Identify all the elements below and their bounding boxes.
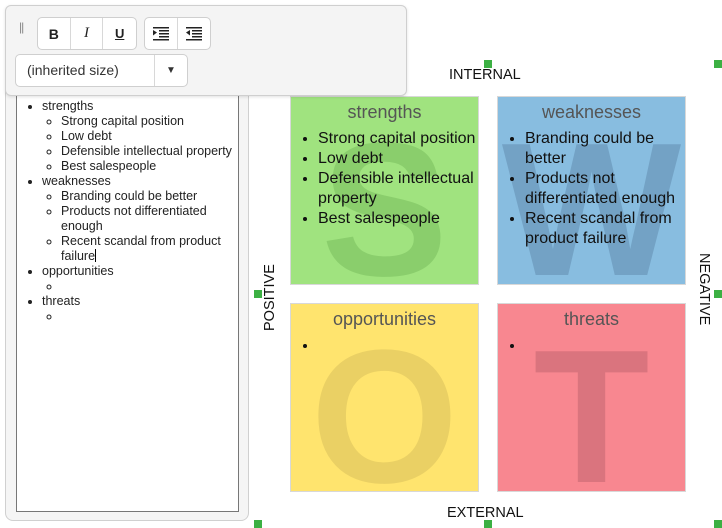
quadrant-strengths[interactable]: S strengths Strong capital position Low … — [290, 96, 479, 285]
quadrant-item: Recent scandal from product failure — [525, 209, 685, 249]
outline-item — [61, 279, 238, 294]
outline-item: Recent scandal from product failure — [61, 234, 238, 264]
outline-section: strengths Strong capital position Low de… — [42, 99, 238, 174]
quadrant-threats[interactable]: T threats — [497, 303, 686, 492]
quadrant-title: strengths — [347, 102, 422, 122]
outdent-icon — [185, 26, 202, 40]
quadrant-item: Products not differentiated enough — [525, 169, 685, 209]
formatting-toolbar: || B I U (inherited size) ▼ — [5, 5, 407, 96]
watermark-letter: O — [310, 311, 459, 492]
indent-button[interactable] — [145, 18, 178, 49]
axis-label-external: EXTERNAL — [447, 505, 524, 521]
text-style-group: B I U — [37, 17, 137, 50]
watermark-letter: T — [533, 311, 650, 492]
quadrant-item: Strong capital position — [318, 129, 478, 149]
resize-handle-left[interactable] — [254, 290, 262, 298]
italic-button[interactable]: I — [71, 18, 104, 49]
quadrant-title: weaknesses — [541, 102, 642, 122]
outline-item: Best salespeople — [61, 159, 238, 174]
outline-item: Branding could be better — [61, 189, 238, 204]
resize-handle-bottom-left[interactable] — [254, 520, 262, 528]
chevron-down-icon[interactable]: ▼ — [155, 55, 187, 86]
outline-item: Products not differentiated enough — [61, 204, 238, 234]
drag-grip-icon[interactable]: || — [19, 20, 24, 34]
quadrant-item: Defensible intellectual property — [318, 169, 478, 209]
axis-label-negative: NEGATIVE — [696, 253, 712, 326]
quadrant-item: Best salespeople — [318, 209, 478, 229]
axis-label-positive: POSITIVE — [262, 264, 278, 331]
outline-item: Strong capital position — [61, 114, 238, 129]
indent-icon — [152, 26, 169, 40]
outline-item: Defensible intellectual property — [61, 144, 238, 159]
indent-group — [144, 17, 211, 50]
underline-button[interactable]: U — [103, 18, 136, 49]
font-size-value: (inherited size) — [16, 55, 155, 86]
text-caret — [95, 249, 97, 262]
quadrant-title: opportunities — [332, 309, 437, 329]
quadrant-weaknesses[interactable]: W weaknesses Branding could be better Pr… — [497, 96, 686, 285]
bold-button[interactable]: B — [38, 18, 71, 49]
quadrant-opportunities[interactable]: O opportunities — [290, 303, 479, 492]
resize-handle-bottom-right[interactable] — [714, 520, 722, 528]
quadrant-item: Low debt — [318, 149, 478, 169]
outline-section: weaknesses Branding could be better Prod… — [42, 174, 238, 264]
quadrant-item — [525, 336, 685, 356]
outdent-button[interactable] — [178, 18, 211, 49]
outline-item: Low debt — [61, 129, 238, 144]
outline-section: opportunities — [42, 264, 238, 294]
font-size-select[interactable]: (inherited size) ▼ — [15, 54, 188, 87]
resize-handle-right[interactable] — [714, 290, 722, 298]
outline-editor[interactable]: strengths Strong capital position Low de… — [16, 92, 239, 512]
outline-item — [61, 309, 238, 324]
quadrant-item: Branding could be better — [525, 129, 685, 169]
resize-handle-top-right[interactable] — [714, 60, 722, 68]
axis-label-internal: INTERNAL — [449, 67, 521, 83]
outline-section: threats — [42, 294, 238, 324]
resize-handle-bottom[interactable] — [484, 520, 492, 528]
quadrant-item — [318, 336, 478, 356]
quadrant-title: threats — [563, 309, 620, 329]
